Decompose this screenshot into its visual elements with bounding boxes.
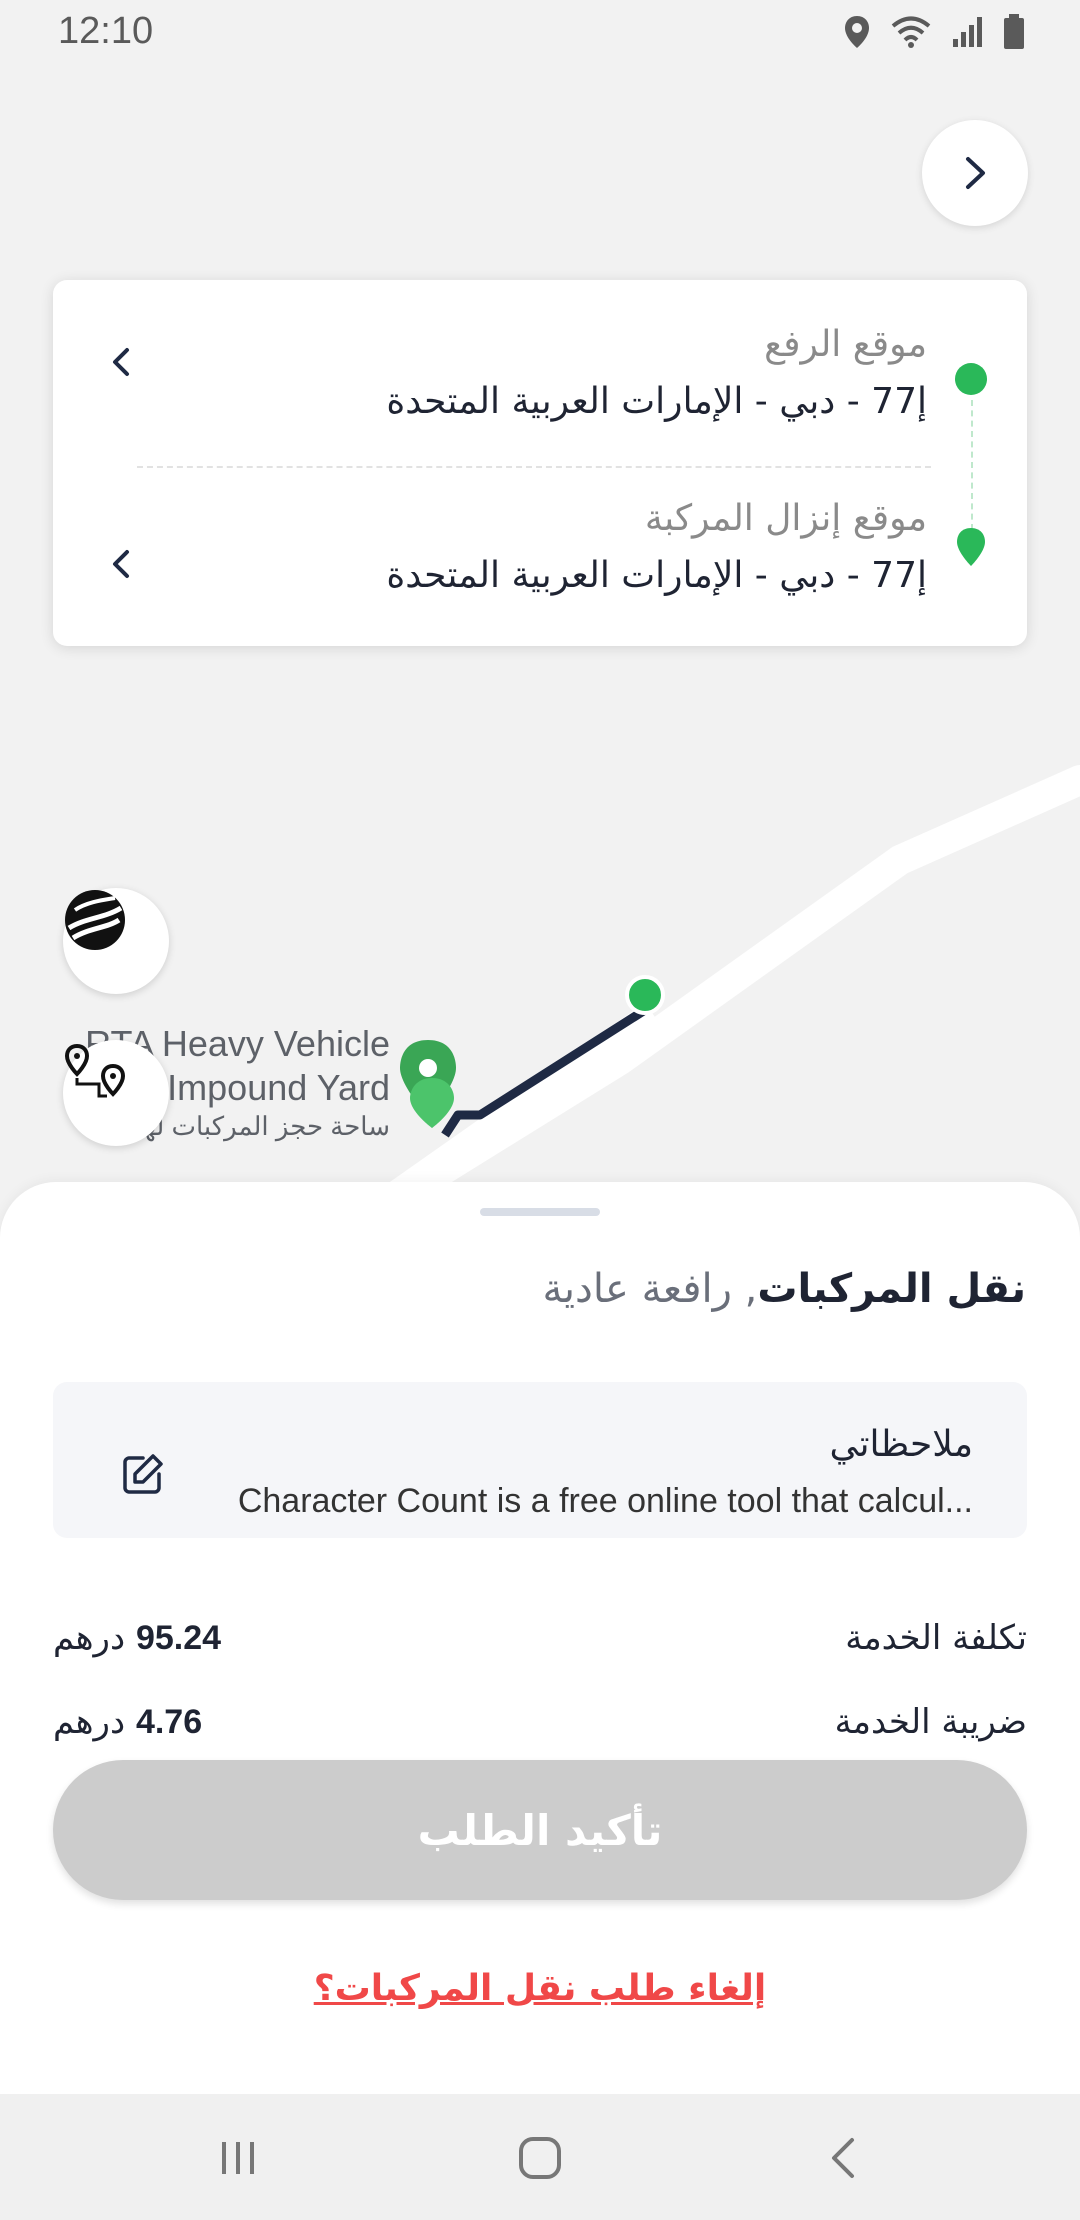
service-title: نقل المركبات, رافعة عادية [542,1266,1026,1312]
locations-divider [137,466,931,468]
globe-icon [65,890,125,950]
route-button[interactable] [63,1040,169,1146]
recent-apps-button[interactable] [208,2130,268,2186]
cancel-request-link[interactable]: إلغاء طلب نقل المركبات؟ [0,1968,1080,2009]
fee-amount-value: 4.76 [135,1703,203,1741]
notes-box[interactable]: ملاحظاتي Character Count is a free onlin… [53,1382,1027,1538]
fee-row-service-tax: ضريبة الخدمة 4.76 درهم [53,1702,1027,1752]
pickup-chevron-left-icon[interactable] [101,342,141,382]
fee-currency: درهم [53,1702,126,1742]
pickup-label: موقع الرفع [764,324,927,365]
signal-icon [953,17,982,47]
service-title-main: نقل المركبات [757,1266,1026,1312]
chevron-right-icon [966,157,985,189]
sheet-grabber[interactable] [480,1208,600,1216]
fee-amount-value: 95.24 [135,1619,222,1657]
pickup-value: إ77 - دبي - الإمارات العربية المتحدة [386,381,927,422]
next-button[interactable] [922,120,1028,226]
fee-label: تكلفة الخدمة [845,1618,1027,1658]
locations-card: موقع الرفع إ77 - دبي - الإمارات العربية … [53,280,1027,646]
pickup-location[interactable]: موقع الرفع إ77 - دبي - الإمارات العربية … [386,324,927,422]
dropoff-pin-icon [957,528,985,566]
order-sheet: نقل المركبات, رافعة عادية ملاحظاتي Chara… [0,1182,1080,2094]
route-pins-icon [64,1043,126,1098]
dropoff-chevron-left-icon[interactable] [101,544,141,584]
edit-icon[interactable] [121,1452,165,1496]
map-layers-button[interactable] [63,888,169,994]
home-icon [519,2137,561,2179]
confirm-order-button[interactable]: تأكيد الطلب [53,1760,1027,1900]
fee-row-service-cost: تكلفة الخدمة 95.24 درهم [53,1618,1027,1668]
fee-amount: 4.76 درهم [53,1702,202,1742]
destination-pin-icon [410,1078,454,1128]
dropoff-location[interactable]: موقع إنزال المركبة إ77 - دبي - الإمارات … [386,498,927,596]
home-button[interactable] [510,2130,570,2186]
status-time: 12:10 [58,10,154,52]
map-road [315,765,1080,1240]
back-icon [832,2138,854,2178]
dropoff-value: إ77 - دبي - الإمارات العربية المتحدة [386,555,927,596]
recent-apps-icon [222,2142,254,2174]
route-start-dot [625,975,665,1015]
route-connector [971,400,973,530]
back-button[interactable] [814,2130,874,2186]
fee-label: ضريبة الخدمة [834,1702,1027,1742]
location-icon [845,16,869,48]
system-nav-bar [0,2094,1080,2220]
fee-currency: درهم [53,1618,126,1658]
status-icons [843,14,1025,50]
status-bar: 12:10 [0,0,1080,66]
fee-amount: 95.24 درهم [53,1618,221,1658]
battery-icon [1004,14,1024,49]
dropoff-label: موقع إنزال المركبة [644,498,927,539]
pickup-dot [955,363,987,395]
notes-text: Character Count is a free online tool th… [237,1482,973,1520]
service-title-sub: , رافعة عادية [542,1266,758,1312]
notes-title: ملاحظاتي [829,1424,973,1465]
wifi-icon [891,16,931,48]
